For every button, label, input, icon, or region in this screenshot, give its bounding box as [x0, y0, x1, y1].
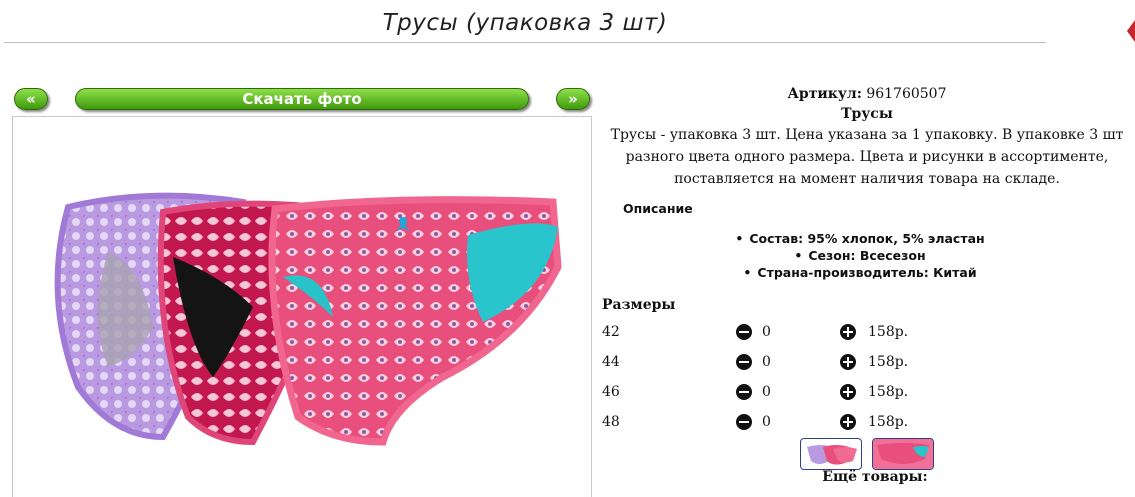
thumbnail-image [807, 445, 857, 465]
product-info: Артикул: 961760507 Трусы Трусы - упаковк… [600, 84, 1134, 281]
size-label: 44 [602, 354, 620, 370]
plus-circle-icon[interactable] [840, 324, 856, 340]
size-price: 158р. [868, 354, 909, 370]
minus-circle-icon[interactable] [736, 324, 752, 340]
minus-circle-icon[interactable] [736, 384, 752, 400]
product-photo-image [54, 192, 562, 446]
title-divider [4, 42, 1046, 43]
size-price: 158р. [868, 414, 909, 430]
size-quantity: 0 [762, 414, 771, 430]
description-heading: Описание [623, 201, 693, 216]
spec-item: • Страна-производитель: Китай [743, 265, 977, 280]
download-photo-button[interactable]: Скачать фото [75, 88, 529, 110]
article-line: Артикул: 961760507 [600, 84, 1134, 104]
size-price: 158р. [868, 324, 909, 340]
size-label: 46 [602, 384, 620, 400]
minus-circle-icon[interactable] [736, 414, 752, 430]
spec-list: • Состав: 95% хлопок, 5% эластан • Сезон: … [600, 230, 1120, 281]
size-price: 158р. [868, 384, 909, 400]
spec-item: • Состав: 95% хлопок, 5% эластан [735, 231, 985, 246]
thumbnail[interactable] [872, 438, 934, 470]
plus-circle-icon[interactable] [840, 414, 856, 430]
article-value: 961760507 [866, 86, 947, 102]
minus-circle-icon[interactable] [736, 354, 752, 370]
prev-photo-button[interactable]: « [14, 88, 48, 110]
size-quantity: 0 [762, 384, 771, 400]
size-quantity: 0 [762, 324, 771, 340]
thumbnail[interactable] [800, 438, 862, 470]
product-description: Трусы - упаковка 3 шт. Цена указана за 1… [610, 127, 1124, 187]
size-quantity: 0 [762, 354, 771, 370]
next-photo-button[interactable]: » [556, 88, 590, 110]
sizes-heading: Размеры [602, 297, 676, 313]
plus-circle-icon[interactable] [840, 384, 856, 400]
size-label: 48 [602, 414, 620, 430]
product-photo [12, 116, 592, 497]
plus-circle-icon[interactable] [840, 354, 856, 370]
spec-item: • Сезон: Всесезон [794, 248, 926, 263]
product-name: Трусы [841, 106, 893, 122]
more-products-label: Ещё товары: [822, 469, 928, 485]
article-label: Артикул: [787, 86, 862, 102]
size-label: 42 [602, 324, 620, 340]
page-title: Трусы (упаковка 3 шт) [382, 10, 668, 36]
edge-decoration [1127, 20, 1135, 42]
thumbnail-image [873, 439, 933, 469]
